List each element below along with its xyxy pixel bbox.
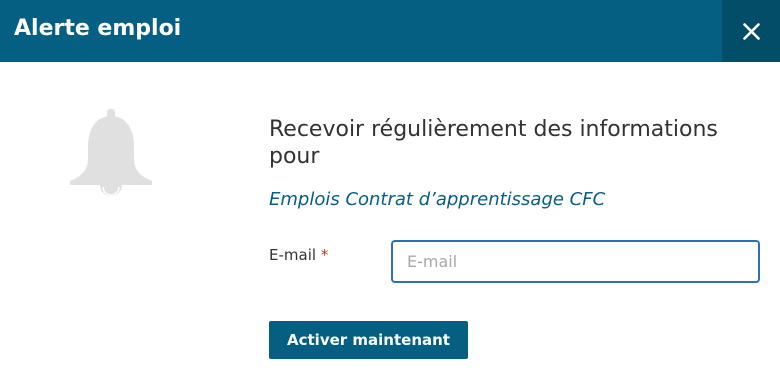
- activate-button[interactable]: Activer maintenant: [269, 321, 468, 359]
- alert-headline: Recevoir régulièrement des informations …: [269, 117, 718, 169]
- required-marker: *: [320, 246, 329, 264]
- job-alert-dialog: Alerte emploi Recevoir régulièrement des…: [0, 0, 780, 391]
- dialog-header: Alerte emploi: [0, 0, 780, 62]
- close-icon: [743, 23, 760, 40]
- bell-icon: [70, 109, 152, 201]
- email-label-text: E-mail: [269, 246, 317, 264]
- email-input[interactable]: [391, 240, 760, 283]
- email-label: E-mail *: [269, 245, 328, 265]
- close-button[interactable]: [722, 0, 780, 62]
- dialog-title: Alerte emploi: [14, 16, 182, 41]
- job-category: Emplois Contrat d’apprentissage CFC: [269, 189, 606, 210]
